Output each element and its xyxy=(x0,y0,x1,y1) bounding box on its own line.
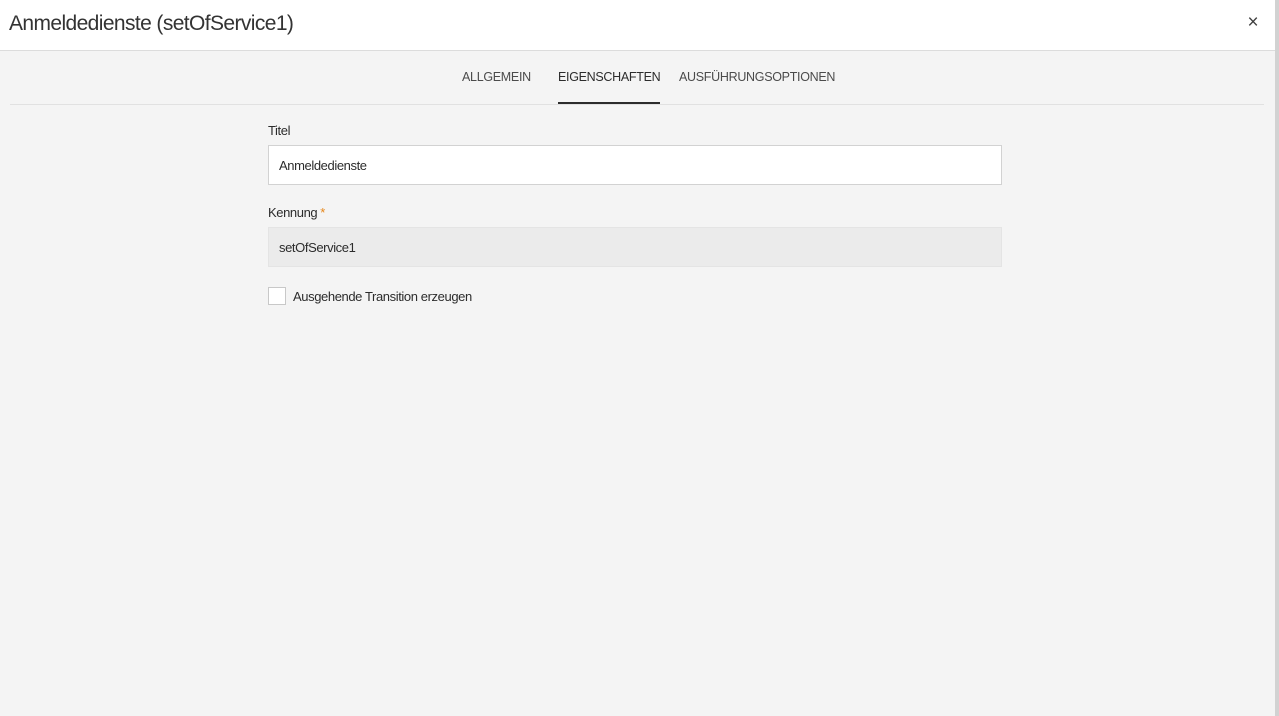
tab-bar: ALLGEMEIN EIGENSCHAFTEN AUSFÜHRUNGSOPTIO… xyxy=(10,51,1264,105)
dialog-header: Anmeldedienste (setOfService1) × xyxy=(0,0,1275,51)
properties-dialog: Anmeldedienste (setOfService1) × ALLGEME… xyxy=(0,0,1279,716)
id-input[interactable] xyxy=(268,227,1002,267)
outgoing-transition-label: Ausgehende Transition erzeugen xyxy=(293,288,472,304)
required-marker: * xyxy=(320,205,325,220)
outgoing-transition-checkbox[interactable] xyxy=(268,287,286,305)
id-field-label-text: Kennung xyxy=(268,205,318,220)
title-input[interactable] xyxy=(268,145,1002,185)
outgoing-transition-option[interactable]: Ausgehende Transition erzeugen xyxy=(268,286,472,306)
close-icon[interactable]: × xyxy=(1241,10,1265,36)
id-field-label: Kennung * xyxy=(268,205,325,220)
tab-allgemein[interactable]: ALLGEMEIN xyxy=(462,51,531,103)
dialog-title: Anmeldedienste (setOfService1) xyxy=(9,12,294,35)
tab-eigenschaften[interactable]: EIGENSCHAFTEN xyxy=(558,51,661,104)
title-field-label: Titel xyxy=(268,123,291,138)
tab-ausfuehrungsoptionen[interactable]: AUSFÜHRUNGSOPTIONEN xyxy=(679,51,835,103)
